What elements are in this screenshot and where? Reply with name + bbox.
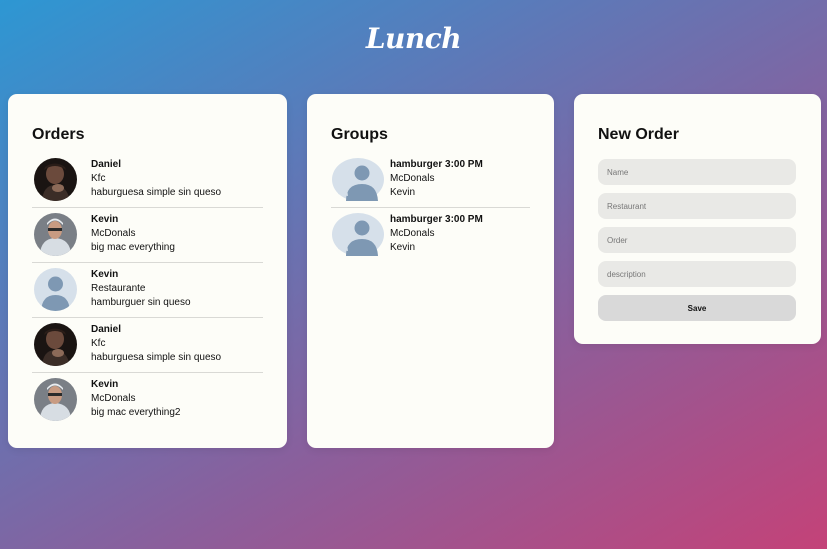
group-title: hamburger 3:00 PM bbox=[390, 214, 483, 225]
avatar bbox=[34, 213, 77, 256]
group-restaurant: McDonals bbox=[390, 173, 435, 184]
order-item[interactable]: Kevin Restaurante hamburguer sin queso bbox=[32, 263, 263, 318]
groups-list: hamburger 3:00 PM McDonals Kevin hamburg… bbox=[331, 153, 530, 263]
group-owner: Kevin bbox=[390, 187, 416, 198]
group-item[interactable]: hamburger 3:00 PM McDonals Kevin bbox=[331, 153, 530, 208]
order-item[interactable]: Kevin McDonals big mac everything bbox=[32, 208, 263, 263]
order-name: Daniel bbox=[91, 324, 122, 335]
avatar bbox=[34, 323, 77, 366]
orders-card: Orders Daniel Kfc haburguesa simple sin … bbox=[8, 94, 287, 448]
default-group-icon bbox=[332, 213, 384, 256]
groups-card: Groups hamburger 3:00 PM McDonals Kevin bbox=[307, 94, 554, 448]
order-description: big mac everything bbox=[91, 242, 175, 253]
order-restaurant: Kfc bbox=[91, 173, 106, 184]
order-text: Daniel Kfc haburguesa simple sin queso bbox=[91, 153, 221, 207]
order-text: Kevin Restaurante hamburguer sin queso bbox=[91, 263, 191, 317]
group-text: hamburger 3:00 PM McDonals Kevin bbox=[390, 208, 483, 263]
avatar bbox=[34, 158, 77, 201]
group-title: hamburger 3:00 PM bbox=[390, 159, 483, 170]
order-description: haburguesa simple sin queso bbox=[91, 187, 222, 198]
save-button[interactable]: Save bbox=[598, 295, 796, 321]
order-name: Kevin bbox=[91, 214, 119, 225]
order-restaurant: McDonals bbox=[91, 228, 136, 239]
order-input[interactable] bbox=[598, 227, 796, 253]
description-input[interactable] bbox=[598, 261, 796, 287]
new-order-title: New Order bbox=[598, 126, 679, 143]
app-logo: Lunch bbox=[365, 22, 462, 55]
group-text: hamburger 3:00 PM McDonals Kevin bbox=[390, 153, 483, 207]
group-owner: Kevin bbox=[390, 242, 416, 253]
group-item[interactable]: hamburger 3:00 PM McDonals Kevin bbox=[331, 208, 530, 263]
order-name: Kevin bbox=[91, 379, 119, 390]
order-name: Kevin bbox=[91, 269, 119, 280]
new-order-form: Save bbox=[598, 159, 796, 321]
default-group-icon bbox=[332, 158, 384, 201]
orders-list: Daniel Kfc haburguesa simple sin queso K… bbox=[32, 153, 263, 428]
new-order-card: New Order Save bbox=[574, 94, 821, 344]
groups-title: Groups bbox=[331, 126, 388, 143]
order-text: Kevin McDonals big mac everything bbox=[91, 208, 175, 262]
order-restaurant: McDonals bbox=[91, 393, 136, 404]
default-user-icon bbox=[34, 268, 77, 311]
avatar bbox=[34, 378, 77, 421]
order-restaurant: Kfc bbox=[91, 338, 106, 349]
order-restaurant: Restaurante bbox=[91, 283, 146, 294]
order-description: big mac everything2 bbox=[91, 407, 181, 418]
name-input[interactable] bbox=[598, 159, 796, 185]
order-description: hamburguer sin queso bbox=[91, 297, 191, 308]
order-description: haburguesa simple sin queso bbox=[91, 352, 222, 363]
order-item[interactable]: Daniel Kfc haburguesa simple sin queso bbox=[32, 153, 263, 208]
restaurant-input[interactable] bbox=[598, 193, 796, 219]
order-item[interactable]: Kevin McDonals big mac everything2 bbox=[32, 373, 263, 428]
group-restaurant: McDonals bbox=[390, 228, 435, 239]
order-item[interactable]: Daniel Kfc haburguesa simple sin queso bbox=[32, 318, 263, 373]
order-text: Kevin McDonals big mac everything2 bbox=[91, 373, 181, 428]
order-name: Daniel bbox=[91, 159, 122, 170]
orders-title: Orders bbox=[32, 126, 85, 143]
order-text: Daniel Kfc haburguesa simple sin queso bbox=[91, 318, 221, 372]
